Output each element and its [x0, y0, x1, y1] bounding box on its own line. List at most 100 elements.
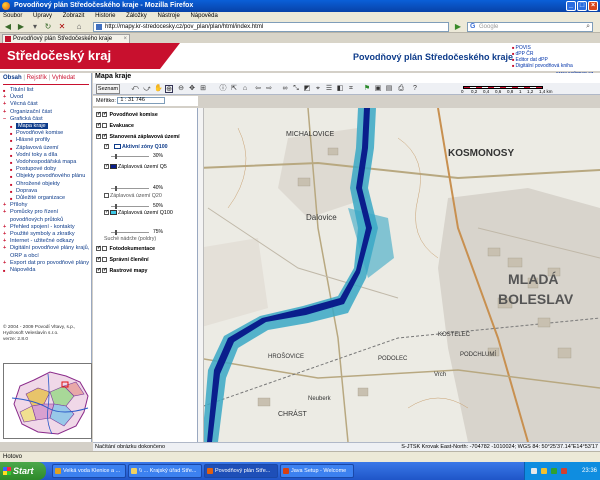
tab-rejstrik[interactable]: Rejstřík — [27, 75, 47, 81]
nav-item[interactable]: Export dat pro povodňové plány — [3, 260, 91, 267]
go-icon[interactable]: ▶ — [453, 22, 463, 32]
area-icon[interactable]: ◩ — [303, 85, 311, 93]
scale-select[interactable]: 1 : 31 746 — [117, 97, 166, 105]
menu-nastroje[interactable]: Nástroje — [157, 13, 179, 19]
task-item[interactable]: Velká voda Klenice a ... — [52, 464, 126, 478]
nav-item[interactable]: Přehled spojení - kontakty — [3, 224, 91, 231]
map-canvas[interactable]: MICHALOVICE KOSMONOSY Dalovice MLADÁ BOL… — [198, 108, 600, 442]
stop-icon[interactable]: ✕ — [57, 22, 67, 32]
nav-subitem[interactable]: Vodohospodářská mapa — [3, 159, 91, 166]
menu-upravy[interactable]: Úpravy — [33, 13, 52, 19]
layer-q5[interactable]: Záplavová území Q5 — [104, 163, 194, 170]
nav-item[interactable]: Použité symboly a zkratky — [3, 231, 91, 238]
start-button[interactable]: Start — [0, 462, 46, 480]
search-input[interactable]: G Google ⌕ — [467, 22, 593, 32]
opacity-slider[interactable] — [111, 186, 149, 191]
opacity-slider[interactable] — [111, 230, 149, 235]
task-item[interactable]: Java Setup - Welcome — [280, 464, 354, 478]
tab-obsah[interactable]: Obsah — [3, 75, 22, 81]
locate-icon[interactable]: ⌖ — [314, 85, 322, 93]
layer-suche-nadrze[interactable]: Suché nádrže (poldry) — [104, 236, 156, 242]
zoom-region-icon[interactable]: ⊞ — [199, 85, 207, 93]
full-extent-icon[interactable]: ✥ — [188, 85, 196, 93]
layers-icon[interactable]: ◧ — [336, 85, 344, 93]
tab-vyhledat[interactable]: Vyhledat — [52, 75, 75, 81]
maximize-button[interactable]: □ — [577, 1, 587, 11]
nav-item[interactable]: Digitální povodňové plány krajů, ORP a o… — [3, 245, 91, 259]
menu-zalozky[interactable]: Záložky — [126, 13, 147, 19]
nav-subitem[interactable]: Vodní toky a díla — [3, 152, 91, 159]
print-icon[interactable]: ⎙ — [397, 85, 405, 93]
layer-rastrove-mapy[interactable]: Rastrové mapy — [96, 267, 147, 274]
nav-subitem[interactable]: Doprava — [3, 188, 91, 195]
info-icon[interactable]: ⓘ — [219, 85, 227, 93]
link-kniha[interactable]: Digitální povodňová kniha — [512, 63, 573, 69]
layer-stanovena[interactable]: Stanovená záplavová území — [96, 133, 180, 140]
list-button[interactable]: Seznam — [96, 84, 120, 94]
browser-tab[interactable]: Povodňový plán Středočeského kraje × — [2, 34, 130, 43]
home-extent-icon[interactable]: ⌂ — [241, 85, 249, 93]
minimize-button[interactable]: _ — [566, 1, 576, 11]
nav-subitem[interactable]: Hlásné profily — [3, 137, 91, 144]
nav-item[interactable]: Pomůcky pro řízení povodňových průtoků — [3, 209, 91, 223]
home-icon[interactable]: ⌂ — [74, 22, 84, 32]
menu-napoveda[interactable]: Nápověda — [190, 13, 217, 19]
nav-item[interactable]: Grafická část — [3, 116, 91, 123]
back-icon[interactable]: ◀ — [3, 22, 13, 32]
coordinates-icon[interactable]: ⌗ — [347, 85, 355, 93]
logo[interactable]: Středočeský kraj — [0, 43, 160, 69]
close-window-button[interactable]: × — [588, 1, 598, 11]
layer-spravni-cleneni[interactable]: Správní členění — [96, 256, 149, 263]
task-item[interactable]: \\ ... Krajský úřad Stře... — [128, 464, 202, 478]
nav-item[interactable]: Věcná část — [3, 101, 91, 108]
nav-item[interactable]: Organizační část — [3, 109, 91, 116]
layer-q100[interactable]: Záplavová území Q100 — [104, 209, 194, 216]
network-icon[interactable] — [531, 468, 537, 474]
zoom-out-icon[interactable]: ⊖ — [177, 85, 185, 93]
reload-icon[interactable]: ↻ — [43, 22, 53, 32]
nav-item[interactable]: Úvod — [3, 94, 91, 101]
layer-q20[interactable]: Záplavová území Q20 — [104, 193, 162, 199]
url-bar[interactable]: http://mapy.kr-stredocesky.cz/pov_plan/p… — [93, 22, 541, 32]
nav-subitem[interactable]: Povodňové komise — [3, 130, 91, 137]
legend-icon[interactable]: ☰ — [325, 85, 333, 93]
link-icon[interactable]: ∞ — [281, 85, 289, 93]
zoom-prev-icon[interactable]: ⤺ — [131, 85, 139, 93]
zoom-in-icon[interactable]: ⊕ — [165, 85, 173, 93]
zoom-next-icon[interactable]: ⤻ — [143, 85, 151, 93]
antivirus-icon[interactable] — [551, 468, 557, 474]
save-icon[interactable]: ▤ — [385, 85, 393, 93]
nav-subitem[interactable]: Důležité organizace — [3, 195, 91, 202]
nav-subitem[interactable]: Ohrožené objekty — [3, 181, 91, 188]
select-icon[interactable]: ⇱ — [230, 85, 238, 93]
pan-hand-icon[interactable]: ✋ — [154, 85, 163, 93]
volume-icon[interactable] — [541, 468, 547, 474]
opacity-slider[interactable] — [111, 204, 149, 209]
task-item-active[interactable]: Povodňový plán Stře... — [204, 464, 278, 478]
nav-subitem[interactable]: Záplavová území — [3, 145, 91, 152]
menu-historie[interactable]: Historie — [95, 13, 115, 19]
image-icon[interactable]: ▣ — [374, 85, 382, 93]
tab-close-icon[interactable]: × — [123, 35, 127, 43]
flag-icon[interactable]: ⚑ — [363, 85, 371, 93]
magnifier-icon[interactable]: ⌕ — [586, 23, 590, 31]
nav-item[interactable]: Nápověda — [3, 267, 91, 274]
nav-subitem[interactable]: Mapa kraje — [3, 123, 91, 130]
layer-evakuace[interactable]: Evakuace — [96, 122, 134, 129]
layer-aktivni-zony[interactable]: Aktivní zóny Q100 — [104, 144, 168, 150]
menu-soubor[interactable]: Soubor — [3, 13, 22, 19]
forward-extent-icon[interactable]: ⇨ — [265, 85, 273, 93]
overview-map[interactable] — [3, 363, 92, 439]
back-extent-icon[interactable]: ⇦ — [254, 85, 262, 93]
layer-povodnove-komise[interactable]: Povodňové komise — [96, 111, 158, 118]
menu-zobrazit[interactable]: Zobrazit — [63, 13, 85, 19]
java-icon[interactable] — [561, 468, 567, 474]
measure-icon[interactable]: ⤡ — [292, 85, 300, 93]
help-icon[interactable]: ? — [411, 85, 419, 93]
opacity-slider[interactable] — [111, 154, 149, 159]
forward-icon[interactable]: ▶ — [16, 22, 26, 32]
nav-subitem[interactable]: Postupové doby — [3, 166, 91, 173]
layer-fotodokumentace[interactable]: Fotodokumentace — [96, 245, 155, 252]
nav-subitem[interactable]: Objekty povodňového plánu — [3, 173, 91, 180]
dropdown-icon[interactable]: ▾ — [30, 22, 40, 32]
